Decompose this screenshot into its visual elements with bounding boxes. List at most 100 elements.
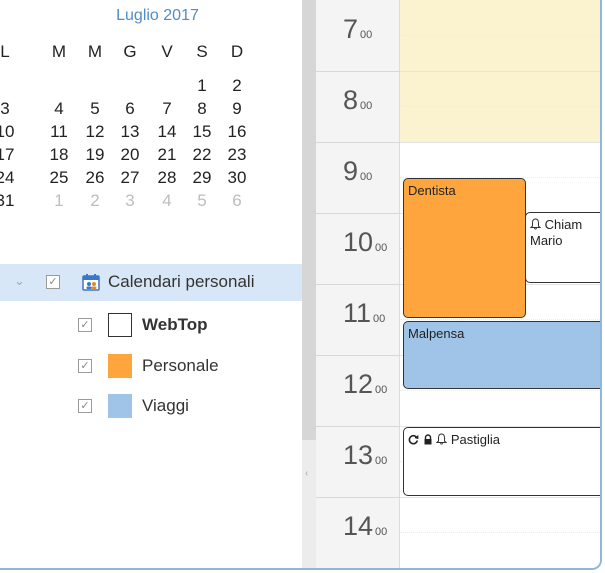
weekday-label: M	[87, 42, 103, 61]
event-title-line2: Mario	[530, 233, 563, 248]
webtop-checkbox[interactable]: ✓	[78, 318, 92, 332]
day-cell[interactable]: 18	[45, 143, 73, 167]
mini-calendar-month-title[interactable]: Luglio 2017	[80, 7, 235, 25]
day-cell[interactable]: 1	[188, 74, 216, 98]
day-cell[interactable]: 30	[223, 166, 251, 190]
grid-half-hour-line	[400, 532, 600, 533]
axis-hour-line	[316, 355, 400, 356]
grid-half-hour-line	[400, 319, 600, 320]
day-cell[interactable]: 10	[0, 120, 19, 144]
hour-label: 9 00	[343, 156, 372, 187]
day-cell[interactable]: 11	[45, 120, 73, 144]
viaggi-color-swatch	[108, 394, 132, 418]
day-cell[interactable]: 3	[116, 189, 144, 213]
collapse-left-icon[interactable]: ‹	[305, 468, 308, 479]
day-cell[interactable]: 5	[188, 189, 216, 213]
day-cell[interactable]: 5	[81, 97, 109, 121]
bell-icon	[529, 218, 542, 230]
day-cell[interactable]: 9	[223, 97, 251, 121]
hour-minutes: 00	[360, 29, 373, 41]
day-grid[interactable]: Dentista Chiam Mario Malpensa Pastiglia	[400, 0, 600, 568]
day-cell[interactable]: 12	[81, 120, 109, 144]
hour-number: 10	[343, 227, 374, 257]
axis-hour-line	[316, 71, 400, 72]
day-cell[interactable]: 1	[45, 189, 73, 213]
day-cell[interactable]: 2	[223, 74, 251, 98]
day-cell[interactable]: 27	[116, 166, 144, 190]
recurrence-icon	[408, 434, 419, 445]
day-cell[interactable]: 3	[0, 97, 19, 121]
chevron-down-icon[interactable]: ⌄	[14, 273, 25, 289]
event-pastiglia[interactable]: Pastiglia	[403, 427, 600, 496]
day-cell[interactable]: 25	[45, 166, 73, 190]
event-malpensa[interactable]: Malpensa	[403, 321, 600, 389]
event-title-line1: Chiam	[544, 217, 583, 232]
day-cell[interactable]: 6	[223, 189, 251, 213]
tree-root-personal-calendars[interactable]: ⌄ ✓ Calendari personali	[0, 264, 302, 301]
axis-hour-line	[316, 426, 400, 427]
day-cell[interactable]: 4	[153, 189, 181, 213]
day-cell[interactable]: 14	[153, 120, 181, 144]
axis-hour-line	[316, 213, 400, 214]
hour-minutes: 00	[375, 455, 388, 467]
day-cell[interactable]: 4	[45, 97, 73, 121]
day-cell[interactable]: 8	[188, 97, 216, 121]
hour-number: 8	[343, 85, 359, 115]
panel-splitter[interactable]: ‹	[302, 0, 316, 568]
day-cell[interactable]: 13	[116, 120, 144, 144]
root-checkbox[interactable]: ✓	[46, 275, 60, 289]
hour-number: 11	[343, 298, 372, 328]
day-cell[interactable]: 7	[153, 97, 181, 121]
hour-label: 7 00	[343, 14, 372, 45]
hour-label: 11 00	[343, 298, 385, 329]
hour-minutes: 00	[373, 313, 386, 325]
axis-hour-line	[316, 497, 400, 498]
event-dentista[interactable]: Dentista	[403, 178, 526, 318]
day-cell[interactable]: 22	[188, 143, 216, 167]
tree-item-label: Personale	[142, 356, 219, 375]
hour-label: 13 00	[343, 440, 387, 471]
bell-icon	[436, 433, 448, 445]
weekday-label: S	[196, 42, 208, 61]
grid-half-hour-line	[400, 35, 600, 36]
grid-hour-line	[400, 142, 600, 143]
event-chiamata[interactable]: Chiam Mario	[525, 212, 600, 283]
hour-label: 10 00	[343, 227, 387, 258]
tree-item-label: WebTop	[142, 315, 208, 334]
day-cell[interactable]: 19	[81, 143, 109, 167]
hour-minutes: 00	[360, 100, 373, 112]
hour-label: 12 00	[343, 369, 387, 400]
day-cell[interactable]: 24	[0, 166, 19, 190]
grid-half-hour-line	[400, 106, 600, 107]
day-cell[interactable]: 21	[153, 143, 181, 167]
time-axis: 7 00 8 00 9 00 10 00 11 00 12 00 13 00 14 00	[316, 0, 400, 568]
event-title: Dentista	[408, 183, 456, 198]
webtop-color-swatch	[108, 313, 132, 337]
day-cell[interactable]: 17	[0, 143, 19, 167]
day-cell[interactable]: 26	[81, 166, 109, 190]
day-cell[interactable]: 6	[116, 97, 144, 121]
grid-hour-line	[400, 71, 600, 72]
personale-checkbox[interactable]: ✓	[78, 359, 92, 373]
weekday-label: M	[51, 42, 67, 61]
day-cell[interactable]: 16	[223, 120, 251, 144]
weekday-label: D	[230, 42, 244, 61]
viaggi-checkbox[interactable]: ✓	[78, 399, 92, 413]
day-cell[interactable]: 29	[188, 166, 216, 190]
splitter-scroll-thumb[interactable]	[302, 0, 316, 440]
hour-minutes: 00	[360, 171, 373, 183]
tree-root-label: Calendari personali	[108, 272, 255, 291]
day-cell[interactable]: 31	[0, 189, 19, 213]
day-cell[interactable]: 28	[153, 166, 181, 190]
day-cell[interactable]: 23	[223, 143, 251, 167]
day-cell[interactable]: 20	[116, 143, 144, 167]
personale-color-swatch	[108, 354, 132, 378]
day-cell[interactable]: 15	[188, 120, 216, 144]
grid-hour-line	[400, 497, 600, 498]
calendar-people-icon	[82, 274, 100, 291]
lock-icon	[424, 434, 432, 445]
weekday-label: G	[123, 42, 137, 61]
day-cell[interactable]: 2	[81, 189, 109, 213]
calendar-window: Luglio 2017 LMMGVSD123456789101112131415…	[0, 0, 602, 570]
axis-hour-line	[316, 142, 400, 143]
